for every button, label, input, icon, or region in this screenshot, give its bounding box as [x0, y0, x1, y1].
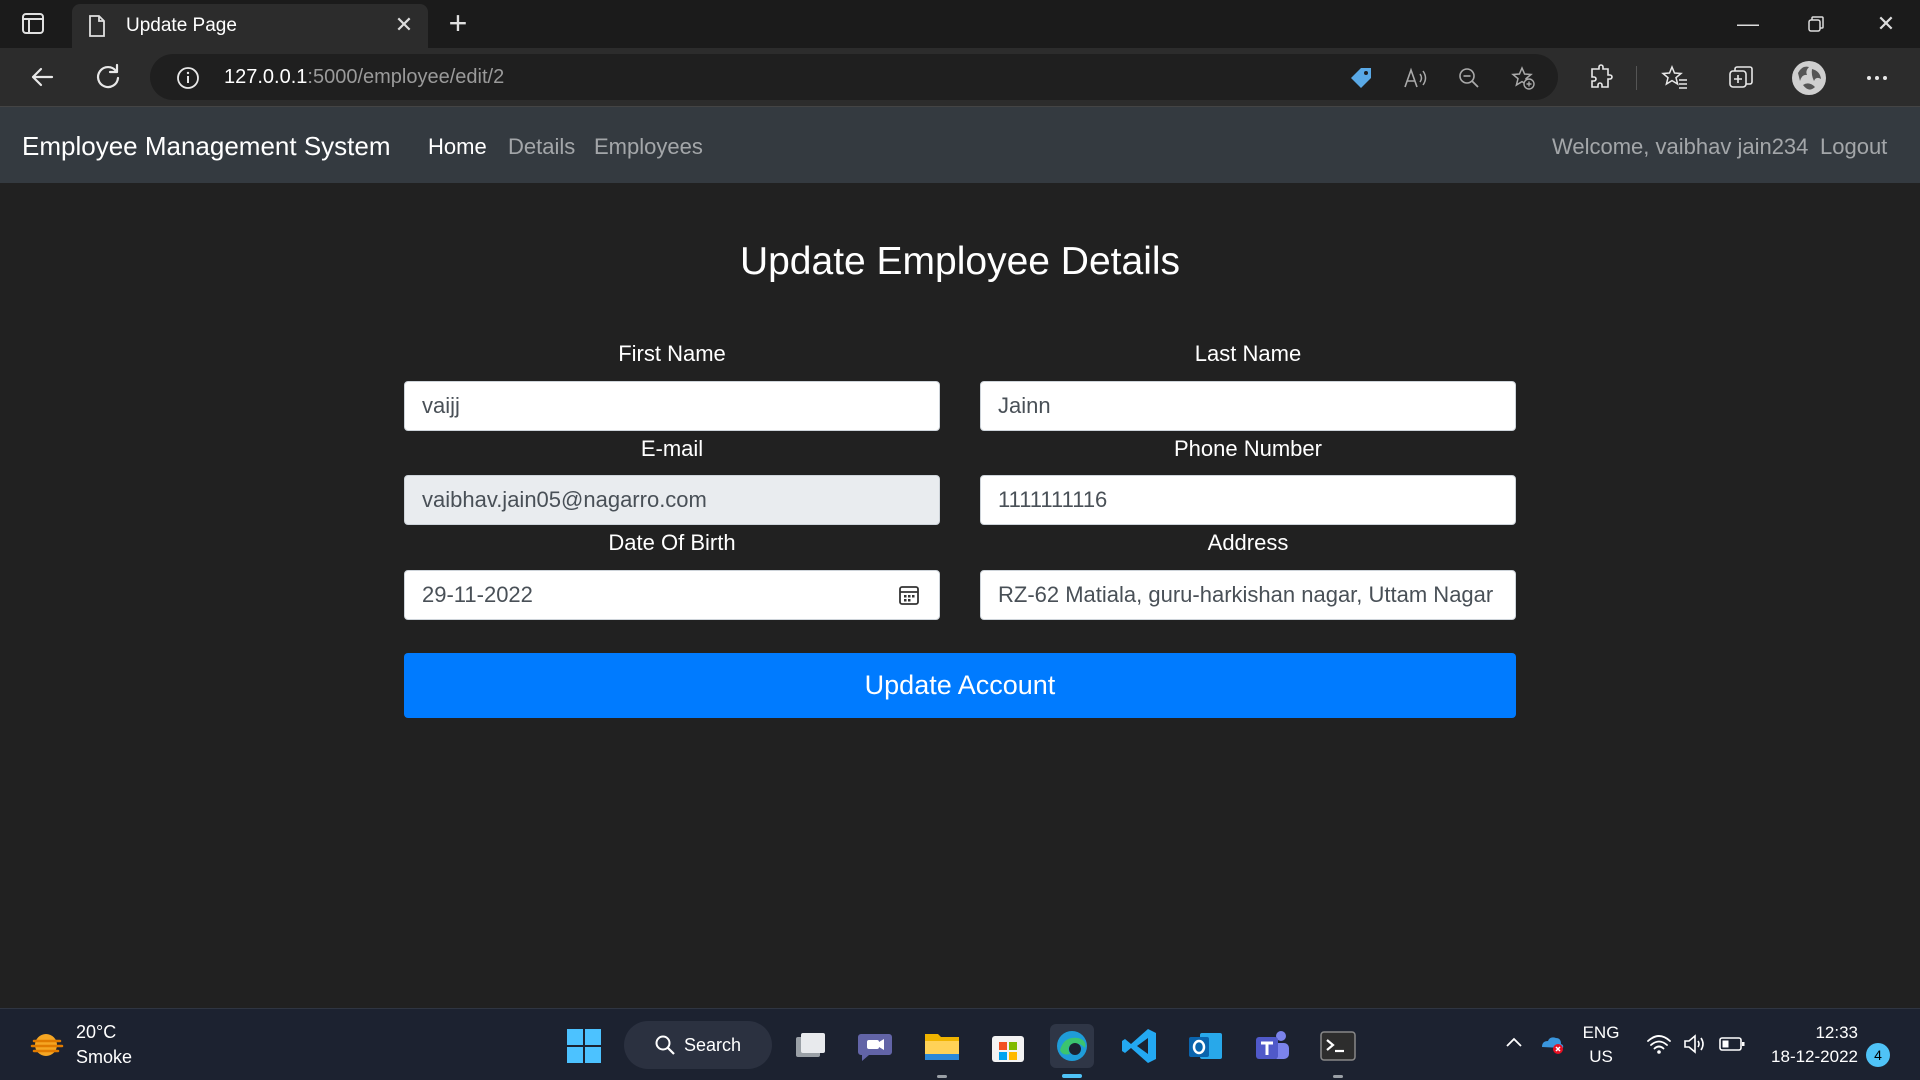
first-name-input[interactable] [404, 381, 940, 431]
dob-input[interactable] [404, 570, 940, 620]
last-name-label: Last Name [1194, 341, 1302, 366]
notification-badge[interactable]: 4 [1866, 1043, 1890, 1067]
nav-link-home[interactable]: Home [428, 134, 487, 160]
browser-toolbar: 127.0.0.1:5000/employee/edit/2 [0, 48, 1920, 106]
terminal-icon[interactable] [1316, 1024, 1360, 1068]
url-text[interactable]: 127.0.0.1:5000/employee/edit/2 [224, 66, 504, 89]
app-navbar: Employee Management System Home Details … [0, 106, 1920, 183]
dob-label: Date Of Birth [608, 530, 736, 555]
edge-browser-icon[interactable] [1050, 1024, 1094, 1068]
taskbar-search[interactable]: Search [624, 1021, 772, 1069]
language-indicator-top[interactable]: ENG [1580, 1023, 1622, 1043]
file-explorer-icon[interactable] [920, 1024, 964, 1068]
url-host: 127.0.0.1 [224, 66, 308, 88]
running-indicator [1333, 1075, 1343, 1078]
battery-icon[interactable] [1718, 1031, 1746, 1057]
weather-sun-icon[interactable] [28, 1027, 66, 1063]
search-label: Search [684, 1035, 742, 1055]
first-name-label: First Name [618, 341, 726, 366]
update-account-button[interactable]: Update Account [404, 653, 1516, 718]
restore-icon[interactable] [1796, 8, 1836, 40]
chat-app-icon[interactable] [853, 1024, 897, 1068]
read-aloud-icon[interactable] [1402, 65, 1428, 91]
extensions-icon[interactable] [1586, 63, 1616, 93]
page-icon [86, 14, 108, 38]
tab-title: Update Page [126, 15, 237, 36]
weather-temperature[interactable]: 20°C [76, 1022, 116, 1043]
site-info-icon[interactable] [176, 66, 200, 90]
favorites-icon[interactable] [1660, 63, 1690, 93]
weather-description[interactable]: Smoke [76, 1047, 132, 1068]
zoom-out-icon[interactable] [1456, 65, 1482, 91]
task-view-icon[interactable] [788, 1024, 832, 1068]
onedrive-error-icon[interactable] [1538, 1029, 1566, 1057]
tab-actions-icon[interactable] [20, 11, 48, 37]
active-app-indicator [1062, 1074, 1082, 1078]
volume-icon[interactable] [1682, 1031, 1708, 1057]
collections-icon[interactable] [1726, 63, 1756, 93]
nav-link-employees[interactable]: Employees [594, 134, 703, 160]
add-favorite-icon[interactable] [1510, 65, 1536, 91]
close-window-icon[interactable]: ✕ [1866, 8, 1906, 40]
email-label: E-mail [640, 436, 704, 461]
nav-link-logout[interactable]: Logout [1820, 134, 1887, 160]
calendar-icon[interactable] [898, 584, 920, 606]
clock-time[interactable]: 12:33 [1762, 1023, 1858, 1043]
windows-taskbar: 20°C Smoke Search ENG US 12:33 18-12-202… [0, 1008, 1920, 1080]
address-bar[interactable]: 127.0.0.1:5000/employee/edit/2 [150, 54, 1558, 100]
new-tab-icon[interactable]: + [442, 7, 474, 40]
close-tab-icon[interactable]: ✕ [392, 13, 416, 37]
minimize-icon[interactable]: — [1728, 8, 1768, 40]
page-title: Update Employee Details [739, 240, 1181, 283]
start-windows-icon[interactable] [562, 1024, 606, 1068]
address-label: Address [1207, 530, 1289, 555]
refresh-icon[interactable] [92, 61, 124, 93]
browser-tab-active[interactable]: Update Page ✕ [72, 4, 428, 48]
email-input[interactable] [404, 475, 940, 525]
address-input[interactable] [980, 570, 1516, 620]
teams-icon[interactable] [1250, 1024, 1294, 1068]
outlook-icon[interactable] [1184, 1024, 1228, 1068]
microsoft-store-icon[interactable] [986, 1024, 1030, 1068]
url-path: :5000/employee/edit/2 [307, 66, 505, 88]
toolbar-divider [1636, 66, 1637, 90]
running-indicator [937, 1075, 947, 1078]
wifi-icon[interactable] [1646, 1031, 1672, 1057]
profile-avatar[interactable] [1790, 59, 1828, 97]
clock-date[interactable]: 18-12-2022 [1762, 1047, 1858, 1067]
nav-link-details[interactable]: Details [508, 134, 575, 160]
back-icon[interactable] [26, 61, 58, 93]
last-name-input[interactable] [980, 381, 1516, 431]
navbar-brand[interactable]: Employee Management System [22, 131, 391, 162]
phone-input[interactable] [980, 475, 1516, 525]
search-icon [655, 1035, 675, 1055]
browser-tab-strip: Update Page ✕ + — ✕ [0, 0, 1920, 48]
language-indicator-bottom[interactable]: US [1580, 1047, 1622, 1067]
vscode-icon[interactable] [1118, 1024, 1162, 1068]
coupon-tag-icon[interactable] [1348, 65, 1374, 91]
chevron-up-icon[interactable] [1502, 1031, 1526, 1055]
more-menu-icon[interactable] [1862, 63, 1892, 93]
phone-label: Phone Number [1174, 436, 1322, 461]
welcome-text: Welcome, vaibhav jain234 [1552, 134, 1809, 159]
